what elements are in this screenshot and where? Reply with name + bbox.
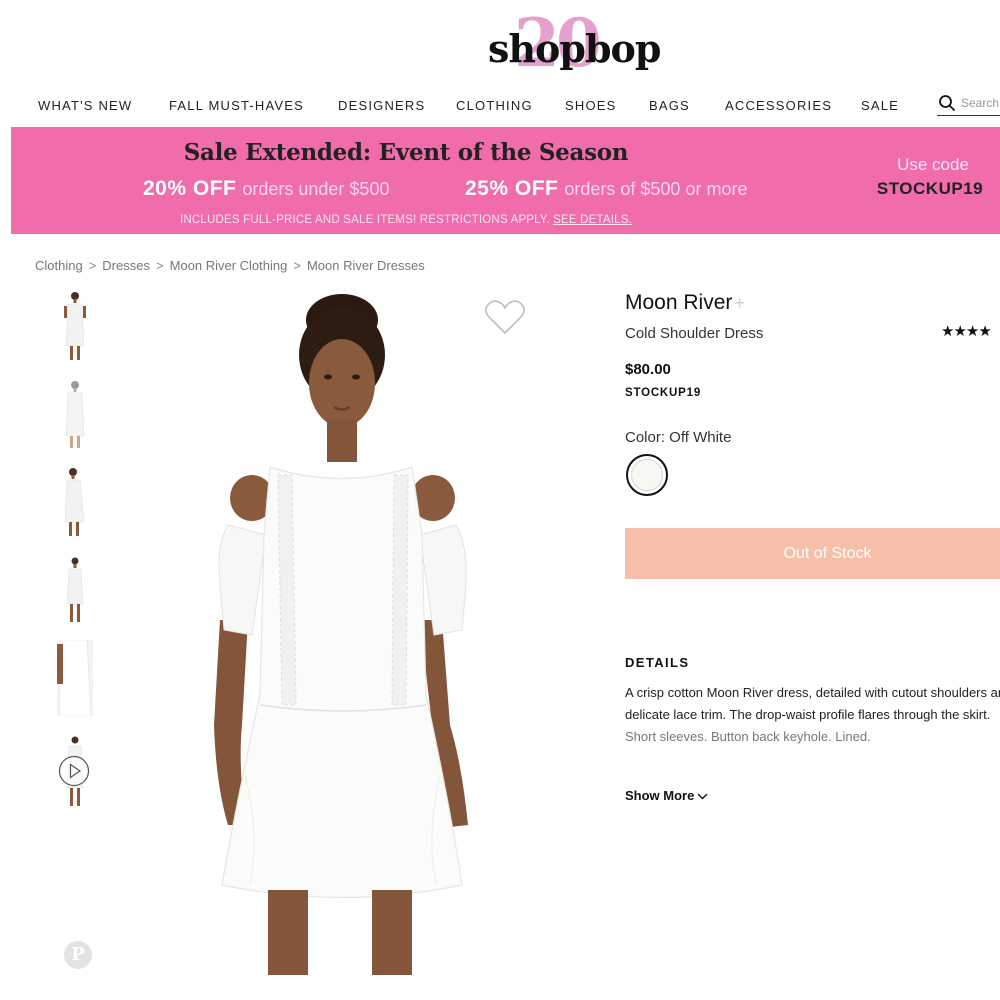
color-label: Color: Off White bbox=[625, 429, 732, 446]
breadcrumb-moon-river-dresses[interactable]: Moon River Dresses bbox=[307, 258, 425, 273]
breadcrumb-dresses[interactable]: Dresses bbox=[102, 258, 150, 273]
color-swatch-off-white[interactable] bbox=[626, 454, 668, 496]
thumbnail-4-image bbox=[66, 557, 84, 622]
out-of-stock-label: Out of Stock bbox=[783, 545, 872, 562]
fine-print-text: INCLUDES FULL-PRICE AND SALE ITEMS! REST… bbox=[179, 214, 550, 226]
nav-item-shoes[interactable]: SHOES bbox=[565, 98, 617, 113]
thumbnail-3[interactable] bbox=[57, 464, 93, 540]
main-nav: WHAT'S NEW FALL MUST-HAVES DESIGNERS CLO… bbox=[0, 98, 1000, 116]
details-line-1: A crisp cotton Moon River dress, detaile… bbox=[625, 685, 1000, 700]
offer2-discount: 25% OFF bbox=[465, 177, 559, 200]
offer1-discount: 20% OFF bbox=[143, 177, 237, 200]
rating-stars[interactable]: ★★★★ bbox=[941, 322, 992, 340]
details-line-2: delicate lace trim. The drop-waist profi… bbox=[625, 707, 991, 722]
nav-item-accessories[interactable]: ACCESSORIES bbox=[725, 98, 832, 113]
logo-wordmark: shopbop bbox=[488, 26, 661, 71]
product-name: Cold Shoulder Dress bbox=[625, 325, 764, 342]
thumbnail-5-image bbox=[57, 639, 93, 717]
thumbnail-1[interactable] bbox=[57, 288, 93, 364]
search-box[interactable] bbox=[937, 92, 1000, 116]
breadcrumb: Clothing > Dresses > Moon River Clothing > Moo… bbox=[35, 258, 425, 273]
play-video-icon[interactable] bbox=[58, 755, 90, 787]
show-more-label: Show More bbox=[625, 788, 695, 803]
follow-brand-plus-icon[interactable]: + bbox=[734, 293, 745, 313]
search-input[interactable] bbox=[961, 96, 1000, 110]
promo-banner[interactable]: Sale Extended: Event of the Season 20% O… bbox=[11, 127, 1000, 234]
nav-item-fall-must-haves[interactable]: FALL MUST-HAVES bbox=[169, 98, 304, 113]
details-heading: DETAILS bbox=[625, 655, 690, 670]
offer-over-500: 25% OFF orders of $500 or more bbox=[465, 177, 747, 201]
banner-title: Sale Extended: Event of the Season bbox=[183, 139, 629, 166]
color-swatch-fill bbox=[631, 459, 663, 491]
out-of-stock-button[interactable]: Out of Stock bbox=[625, 528, 1000, 579]
pinterest-share-button[interactable]: P bbox=[64, 941, 92, 969]
thumbnail-2-image bbox=[65, 381, 85, 448]
wishlist-heart-icon[interactable] bbox=[484, 298, 526, 336]
use-code-label: Use code bbox=[897, 155, 969, 174]
offer1-text: orders under $500 bbox=[242, 179, 390, 199]
banner-fine-print: INCLUDES FULL-PRICE AND SALE ITEMS! REST… bbox=[11, 214, 801, 226]
nav-item-designers[interactable]: DESIGNERS bbox=[338, 98, 425, 113]
thumbnail-2[interactable] bbox=[57, 376, 93, 452]
pinterest-icon: P bbox=[71, 944, 85, 965]
brand-name: Moon River bbox=[625, 291, 733, 314]
offer-under-500: 20% OFF orders under $500 bbox=[143, 177, 389, 201]
promo-code: STOCKUP19 bbox=[876, 179, 984, 198]
chevron-down-icon bbox=[697, 793, 708, 800]
see-details-link[interactable]: SEE DETAILS. bbox=[553, 214, 632, 226]
nav-item-clothing[interactable]: CLOTHING bbox=[456, 98, 533, 113]
search-icon[interactable] bbox=[938, 94, 956, 112]
nav-item-sale[interactable]: SALE bbox=[861, 98, 899, 113]
product-brand[interactable]: Moon River + bbox=[625, 291, 745, 315]
details-line-3: Short sleeves. Button back keyhole. Line… bbox=[625, 729, 871, 744]
show-more-button[interactable]: Show More bbox=[625, 788, 708, 803]
nav-item-whats-new[interactable]: WHAT'S NEW bbox=[38, 98, 132, 113]
product-price: $80.00 bbox=[625, 361, 671, 378]
price-promo-code: STOCKUP19 bbox=[625, 387, 702, 399]
breadcrumb-clothing[interactable]: Clothing bbox=[35, 258, 83, 273]
thumbnail-5[interactable] bbox=[57, 639, 93, 717]
offer2-text: orders of $500 or more bbox=[564, 179, 748, 199]
product-main-image[interactable] bbox=[150, 285, 560, 975]
thumbnail-4[interactable] bbox=[57, 552, 93, 628]
thumbnail-1-image bbox=[64, 292, 86, 360]
thumbnail-3-image bbox=[64, 468, 85, 536]
shopbop-logo[interactable]: 20 shopbop bbox=[480, 10, 661, 82]
breadcrumb-moon-river-clothing[interactable]: Moon River Clothing bbox=[170, 258, 288, 273]
nav-item-bags[interactable]: BAGS bbox=[649, 98, 690, 113]
